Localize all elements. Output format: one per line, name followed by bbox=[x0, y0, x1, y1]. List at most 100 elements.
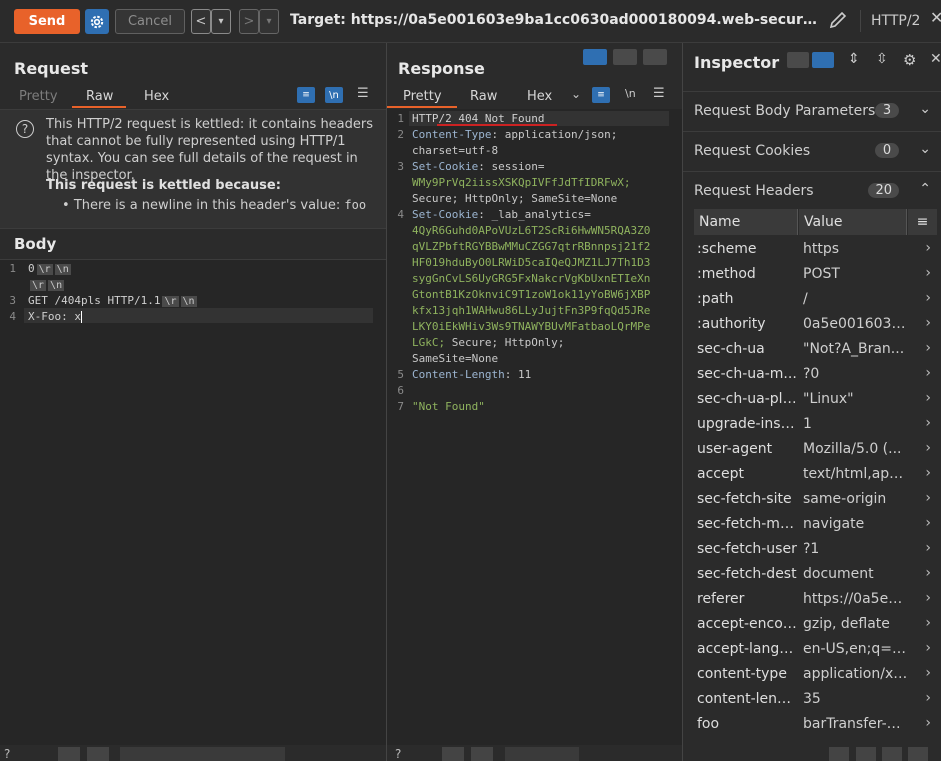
settings-gear-icon[interactable] bbox=[85, 9, 109, 34]
chevron-right-icon[interactable]: › bbox=[925, 565, 931, 581]
settings-gear-icon[interactable]: ⚙ bbox=[903, 51, 916, 69]
section-request-headers[interactable]: Request Headers 20 ⌃ bbox=[683, 171, 941, 212]
chevron-right-icon[interactable]: › bbox=[925, 440, 931, 456]
tab-raw[interactable]: Raw bbox=[86, 89, 113, 104]
wrap-lines-icon[interactable]: ≡ bbox=[297, 87, 315, 103]
chevron-right-icon[interactable]: › bbox=[925, 315, 931, 331]
search-input[interactable] bbox=[505, 747, 579, 761]
header-row[interactable]: :scheme https › bbox=[694, 238, 937, 263]
tab-pretty[interactable]: Pretty bbox=[403, 89, 442, 104]
header-row[interactable]: content-type application/x-... › bbox=[694, 663, 937, 688]
chevron-down-icon[interactable]: ⌄ bbox=[571, 87, 581, 101]
chevron-right-icon[interactable]: › bbox=[925, 340, 931, 356]
chevron-right-icon[interactable]: › bbox=[925, 690, 931, 706]
expand-all-icon[interactable]: ⇕ bbox=[848, 51, 860, 67]
header-row[interactable]: :authority 0a5e001603e... › bbox=[694, 313, 937, 338]
tab-pretty[interactable]: Pretty bbox=[19, 89, 58, 104]
code-line: GET /404pls HTTP/1.1 \r \n bbox=[28, 294, 197, 307]
header-row[interactable]: sec-fetch-site same-origin › bbox=[694, 488, 937, 513]
header-row[interactable]: sec-fetch-mode navigate › bbox=[694, 513, 937, 538]
line-number: 1 bbox=[397, 112, 404, 125]
next-match-button[interactable] bbox=[471, 747, 493, 761]
header-row[interactable]: :path / › bbox=[694, 288, 937, 313]
prev-match-button[interactable] bbox=[442, 747, 464, 761]
forward-dropdown-button[interactable]: ▾ bbox=[259, 9, 279, 34]
close-icon[interactable]: ✕ bbox=[930, 51, 941, 67]
add-icon[interactable] bbox=[908, 747, 928, 761]
back-dropdown-button[interactable]: ▾ bbox=[211, 9, 231, 34]
collapse-all-icon[interactable]: ⇳ bbox=[876, 51, 888, 67]
chevron-right-icon[interactable]: › bbox=[925, 715, 931, 731]
column-header-name[interactable]: Name bbox=[694, 209, 798, 235]
header-row[interactable]: user-agent Mozilla/5.0 (... › bbox=[694, 438, 937, 463]
chevron-right-icon[interactable]: › bbox=[925, 615, 931, 631]
layout-stacked-icon[interactable] bbox=[613, 49, 637, 65]
header-name: content-length bbox=[697, 691, 797, 707]
move-down-icon[interactable] bbox=[856, 747, 876, 761]
close-icon[interactable]: ✕ bbox=[930, 8, 941, 27]
chevron-right-icon[interactable]: › bbox=[925, 390, 931, 406]
next-match-button[interactable] bbox=[87, 747, 109, 761]
chevron-right-icon[interactable]: › bbox=[925, 290, 931, 306]
move-up-icon[interactable] bbox=[882, 747, 902, 761]
header-row[interactable]: sec-ch-ua "Not?A_Bran... › bbox=[694, 338, 937, 363]
wrap-lines-icon[interactable]: ≡ bbox=[592, 87, 610, 103]
tab-hex[interactable]: Hex bbox=[144, 89, 169, 104]
section-request-cookies[interactable]: Request Cookies 0 ⌄ bbox=[683, 131, 941, 172]
chevron-right-icon[interactable]: › bbox=[925, 240, 931, 256]
header-row[interactable]: sec-fetch-user ?1 › bbox=[694, 538, 937, 563]
chevron-right-icon[interactable]: › bbox=[925, 490, 931, 506]
cookie-flags: Secure; HttpOnly; SameSite=None bbox=[412, 192, 618, 205]
back-button[interactable]: < bbox=[191, 9, 211, 34]
chevron-right-icon[interactable]: › bbox=[925, 590, 931, 606]
chevron-right-icon[interactable]: › bbox=[925, 540, 931, 556]
header-row[interactable]: sec-fetch-dest document › bbox=[694, 563, 937, 588]
chevron-right-icon[interactable]: › bbox=[925, 515, 931, 531]
header-row[interactable]: sec-ch-ua-pla... "Linux" › bbox=[694, 388, 937, 413]
layout-side-by-side-icon[interactable] bbox=[583, 49, 607, 65]
column-options-icon[interactable]: ≡ bbox=[908, 209, 937, 235]
chevron-right-icon[interactable]: › bbox=[925, 415, 931, 431]
info-bullet: • There is a newline in this header's va… bbox=[62, 198, 367, 213]
send-button[interactable]: Send bbox=[14, 9, 80, 34]
prev-match-button[interactable] bbox=[58, 747, 80, 761]
tab-hex[interactable]: Hex bbox=[527, 89, 552, 104]
header-row[interactable]: sec-ch-ua-m... ?0 › bbox=[694, 363, 937, 388]
menu-icon[interactable]: ☰ bbox=[357, 86, 369, 101]
response-editor[interactable]: 1 2 3 4 5 6 7 HTTP/2 404 Not Found Conte… bbox=[387, 109, 682, 745]
forward-button[interactable]: > bbox=[239, 9, 259, 34]
header-row[interactable]: upgrade-inse... 1 › bbox=[694, 413, 937, 438]
help-icon[interactable]: ? bbox=[4, 747, 10, 761]
section-request-body-parameters[interactable]: Request Body Parameters 3 ⌄ bbox=[683, 91, 941, 132]
chevron-right-icon[interactable]: › bbox=[925, 665, 931, 681]
tab-raw[interactable]: Raw bbox=[470, 89, 497, 104]
request-body-editor[interactable]: 1 0 \r \n \r \n 3 GET /404pls HTTP/1.1 \r \n … bbox=[0, 260, 386, 745]
chevron-right-icon[interactable]: › bbox=[925, 265, 931, 281]
help-icon[interactable]: ? bbox=[395, 747, 401, 761]
edit-pencil-icon[interactable] bbox=[828, 10, 850, 32]
cancel-button[interactable]: Cancel bbox=[115, 9, 185, 34]
delete-icon[interactable] bbox=[829, 747, 849, 761]
header-row[interactable]: :method POST › bbox=[694, 263, 937, 288]
chevron-down-icon[interactable]: ⌄ bbox=[919, 141, 931, 157]
chevron-down-icon[interactable]: ⌄ bbox=[919, 101, 931, 117]
header-row[interactable]: foo barTransfer-E... › bbox=[694, 713, 937, 738]
search-input[interactable] bbox=[120, 747, 285, 761]
column-header-value[interactable]: Value bbox=[799, 209, 907, 235]
show-newlines-toggle[interactable]: \n bbox=[625, 87, 636, 100]
protocol-label[interactable]: HTTP/2 bbox=[860, 10, 926, 32]
layout-split-icon[interactable] bbox=[812, 52, 834, 68]
chevron-right-icon[interactable]: › bbox=[925, 465, 931, 481]
menu-icon[interactable]: ☰ bbox=[653, 86, 665, 101]
header-row[interactable]: content-length 35 › bbox=[694, 688, 937, 713]
layout-tabs-icon[interactable] bbox=[643, 49, 667, 65]
header-row[interactable]: accept-encodi... gzip, deflate › bbox=[694, 613, 937, 638]
header-row[interactable]: accept text/html,app... › bbox=[694, 463, 937, 488]
show-newlines-toggle[interactable]: \n bbox=[325, 87, 343, 103]
header-row[interactable]: referer https://0a5e0... › bbox=[694, 588, 937, 613]
chevron-right-icon[interactable]: › bbox=[925, 640, 931, 656]
chevron-up-icon[interactable]: ⌃ bbox=[919, 181, 931, 197]
header-row[interactable]: accept-langu... en-US,en;q=0.9 › bbox=[694, 638, 937, 663]
layout-list-icon[interactable] bbox=[787, 52, 809, 68]
chevron-right-icon[interactable]: › bbox=[925, 365, 931, 381]
